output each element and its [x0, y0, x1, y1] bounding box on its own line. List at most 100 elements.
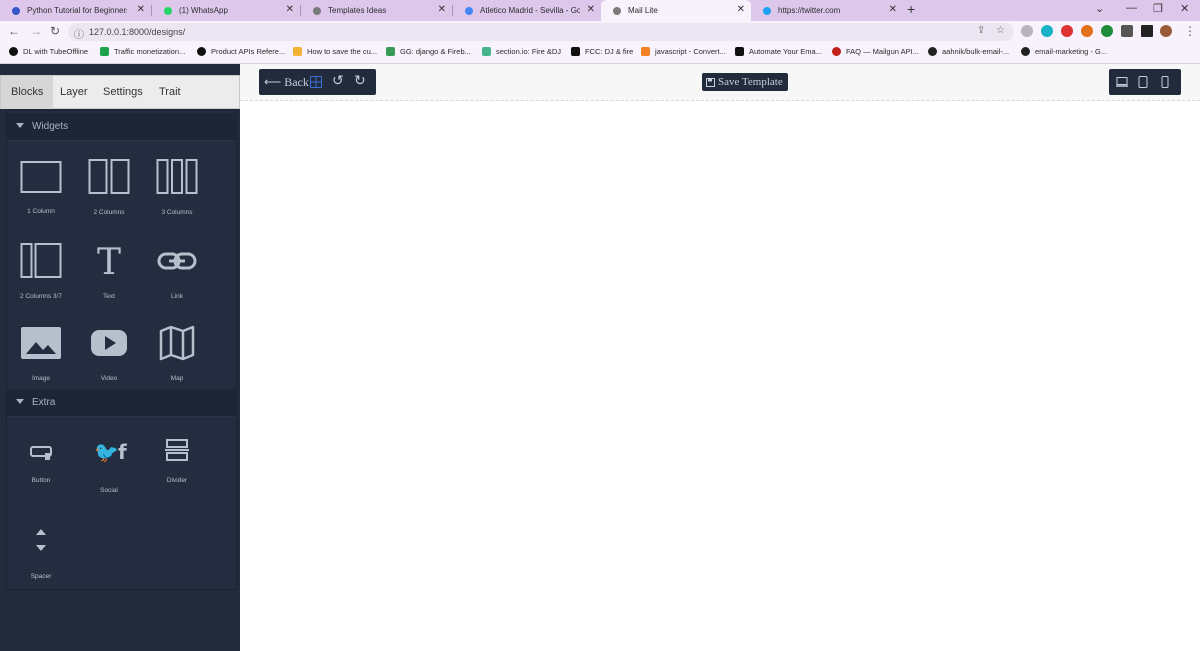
block-label: 2 Columns 3/7 [20, 293, 62, 300]
two-columns-icon [88, 159, 130, 194]
block-image[interactable]: Image [7, 313, 75, 385]
desktop-icon[interactable] [1116, 77, 1128, 87]
close-tab-icon[interactable]: ✕ [286, 4, 294, 16]
block-label: Text [103, 293, 115, 300]
tab-favicon-icon [313, 6, 321, 15]
mobile-icon[interactable] [1161, 76, 1169, 88]
save-template-button[interactable]: Save Template [702, 73, 788, 91]
block-two-columns[interactable]: 2 Columns [75, 147, 143, 219]
redo-icon[interactable]: ↻ [354, 69, 366, 95]
browser-tab[interactable]: Templates Ideas ✕ [301, 0, 452, 21]
link-icon [157, 252, 197, 270]
back-button[interactable]: ⟵ Back [264, 69, 309, 95]
tab-favicon-icon [763, 6, 771, 15]
browser-tab[interactable]: Atletico Madrid - Sevilla - Googl ✕ [453, 0, 601, 21]
category-title: Extra [32, 397, 56, 408]
extensions-puzzle-icon[interactable] [1121, 25, 1133, 37]
extension-icon[interactable] [1101, 25, 1113, 37]
undo-icon[interactable]: ↺ [332, 69, 344, 95]
block-link[interactable]: Link [143, 231, 211, 303]
bookmark-item[interactable]: DL with TubeOffline [9, 47, 88, 56]
close-tab-icon[interactable]: ✕ [889, 4, 897, 16]
close-window-icon[interactable]: ✕ [1180, 2, 1189, 15]
spacer-icon [36, 529, 46, 551]
block-label: 2 Columns [93, 209, 125, 216]
extension-icon[interactable] [1021, 25, 1033, 37]
browser-tab-strip: Python Tutorial for Beginners: Le ✕ (1) … [0, 0, 1200, 21]
forward-arrow-icon[interactable]: → [30, 24, 42, 38]
block-spacer[interactable]: Spacer [7, 511, 75, 583]
bookmark-item[interactable]: javascript - Convert... [641, 47, 726, 56]
bookmark-item[interactable]: FCC: DJ & fire [571, 47, 633, 56]
block-button[interactable]: Button [7, 425, 75, 497]
tablet-icon[interactable] [1138, 76, 1148, 88]
category-header-widgets[interactable]: Widgets [7, 113, 236, 141]
three-columns-icon [156, 159, 198, 194]
tab-layer[interactable]: Layer [50, 76, 98, 109]
close-tab-icon[interactable]: ✕ [737, 4, 745, 16]
reload-icon[interactable]: ↻ [50, 24, 60, 38]
tab-label: https://twitter.com [778, 6, 841, 15]
bookmark-item[interactable]: How to save the cu... [293, 47, 377, 56]
bookmark-star-icon[interactable]: ☆ [996, 25, 1005, 36]
browser-tab[interactable]: Python Tutorial for Beginners: Le ✕ [0, 0, 151, 21]
tab-trait[interactable]: Trait [149, 76, 191, 109]
share-icon[interactable]: ⇪ [977, 25, 985, 36]
caret-down-icon [16, 123, 24, 128]
block-text[interactable]: T Text [75, 231, 143, 303]
block-three-columns[interactable]: 3 Columns [143, 147, 211, 219]
extension-icon[interactable] [1081, 25, 1093, 37]
minimize-icon[interactable]: — [1126, 2, 1137, 14]
text-icon: T [97, 242, 121, 281]
map-icon [159, 325, 195, 361]
bookmark-item[interactable]: Traffic monetization... [100, 47, 185, 56]
block-label: 1 Column [27, 208, 55, 215]
bookmark-item[interactable]: FAQ — Mailgun API... [832, 47, 919, 56]
site-info-icon[interactable]: ⓘ [74, 26, 84, 41]
close-tab-icon[interactable]: ✕ [587, 4, 595, 16]
bookmarks-bar: DL with TubeOffline Traffic monetization… [0, 43, 1200, 64]
extension-icon[interactable] [1061, 25, 1073, 37]
editor-canvas[interactable]: ⟵ Back ↺ ↻ Save Template [240, 64, 1200, 651]
block-one-column[interactable]: 1 Column [7, 147, 75, 219]
block-label: Image [31, 375, 51, 382]
bookmark-item[interactable]: email-marketing - G... [1021, 47, 1107, 56]
block-label: Divider [166, 477, 188, 484]
url-field[interactable]: ⓘ 127.0.0.1:8000/designs/ ⇪ ☆ [68, 23, 1014, 41]
floppy-disk-icon [706, 77, 715, 87]
back-arrow-icon[interactable]: ← [8, 24, 20, 38]
two-columns-3-7-icon [20, 243, 62, 278]
category-header-extra[interactable]: Extra [7, 389, 236, 417]
editor-side-panel: Blocks Layer Settings Trait Widgets 1 Co… [0, 64, 240, 651]
tab-blocks[interactable]: Blocks [1, 76, 54, 109]
divider-icon [165, 439, 189, 461]
bookmark-item[interactable]: aahnik/bulk-email-... [928, 47, 1009, 56]
grid-toggle-icon[interactable] [310, 69, 322, 95]
menu-kebab-icon[interactable]: ⋮ [1184, 24, 1196, 38]
bookmark-item[interactable]: Product APIs Refere... [197, 47, 285, 56]
bookmark-item[interactable]: section.io: Fire &DJ [482, 47, 561, 56]
browser-tab-active[interactable]: Mail Lite ✕ [601, 0, 751, 21]
block-label: Button [31, 477, 51, 484]
block-divider[interactable]: Divider [143, 425, 211, 497]
tab-label: (1) WhatsApp [179, 6, 228, 15]
block-two-columns-3-7[interactable]: 2 Columns 3/7 [7, 231, 75, 303]
image-icon [21, 327, 61, 359]
browser-tab[interactable]: (1) WhatsApp ✕ [152, 0, 300, 21]
tab-search-icon[interactable]: ⌄ [1095, 2, 1104, 15]
new-tab-icon[interactable]: + [907, 1, 915, 17]
close-tab-icon[interactable]: ✕ [438, 4, 446, 16]
bookmark-item[interactable]: Automate Your Ema... [735, 47, 822, 56]
block-video[interactable]: Video [75, 313, 143, 385]
bookmark-item[interactable]: GG: django & Fireb... [386, 47, 471, 56]
tab-settings[interactable]: Settings [93, 76, 153, 109]
block-social[interactable]: 🐦 f Social [75, 425, 143, 497]
restore-icon[interactable]: ❐ [1153, 2, 1163, 15]
side-panel-icon[interactable] [1141, 25, 1153, 37]
profile-avatar[interactable] [1160, 25, 1172, 37]
block-map[interactable]: Map [143, 313, 211, 385]
close-tab-icon[interactable]: ✕ [137, 4, 145, 16]
extension-grammarly-icon[interactable] [1041, 25, 1053, 37]
panel-tab-bar: Blocks Layer Settings Trait [0, 75, 240, 109]
browser-tab[interactable]: https://twitter.com ✕ [751, 0, 903, 21]
